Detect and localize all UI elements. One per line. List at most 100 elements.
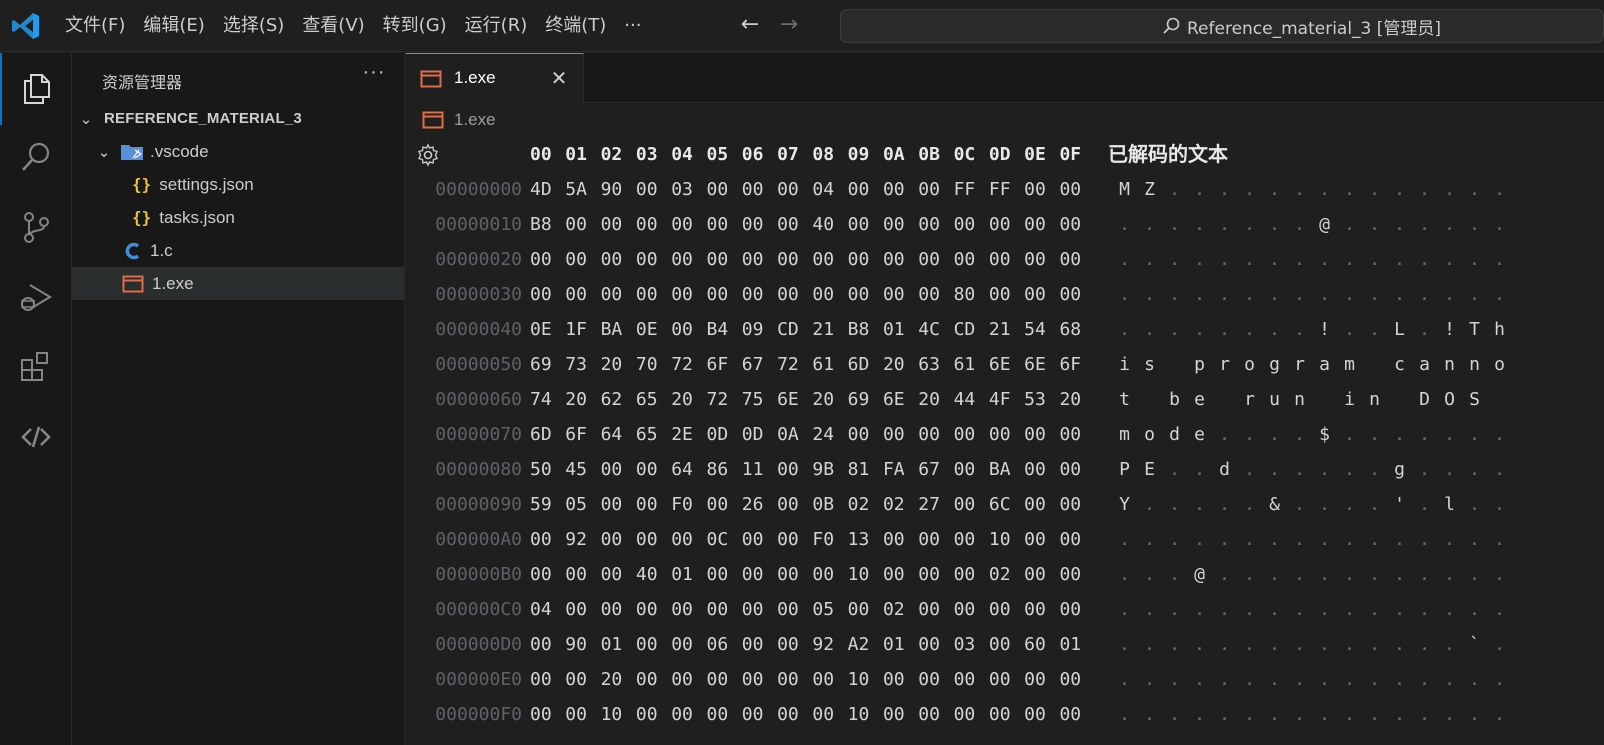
hex-byte[interactable]: 70 [636,347,671,382]
hex-byte[interactable]: 00 [954,662,989,697]
hex-byte[interactable]: 00 [812,557,847,592]
hex-byte[interactable]: 00 [601,592,636,627]
decoded-char[interactable]: . [1237,207,1262,242]
hex-byte[interactable]: 61 [954,347,989,382]
hex-byte[interactable]: 59 [530,487,565,522]
hex-byte[interactable]: 00 [848,592,883,627]
hex-byte[interactable]: 4D [530,172,565,207]
hex-byte[interactable]: 00 [565,592,600,627]
hex-byte[interactable]: 00 [742,557,777,592]
hex-byte[interactable]: 00 [742,207,777,242]
hex-byte[interactable]: 00 [1059,592,1094,627]
hex-byte[interactable]: 00 [954,207,989,242]
hex-byte[interactable]: 00 [706,277,741,312]
decoded-char[interactable]: . [1112,697,1137,732]
hex-byte[interactable]: 00 [1024,592,1059,627]
decoded-char[interactable]: . [1337,242,1362,277]
decoded-char[interactable]: . [1262,452,1287,487]
decoded-char[interactable]: . [1287,417,1312,452]
decoded-char[interactable]: o [1137,417,1162,452]
decoded-char[interactable]: . [1487,242,1512,277]
hex-byte[interactable]: 00 [1024,697,1059,732]
decoded-char[interactable]: T [1462,312,1487,347]
hex-byte[interactable]: 2E [671,417,706,452]
hex-byte[interactable]: 00 [706,487,741,522]
hex-byte[interactable]: FF [989,172,1024,207]
decoded-char[interactable]: . [1287,662,1312,697]
decoded-char[interactable]: . [1237,242,1262,277]
hex-byte[interactable]: 00 [812,277,847,312]
hex-byte[interactable]: 02 [883,487,918,522]
hex-byte[interactable]: 00 [989,242,1024,277]
hex-byte[interactable]: 00 [777,627,812,662]
hex-byte[interactable]: 00 [601,242,636,277]
decoded-char[interactable] [1362,347,1387,382]
hex-byte[interactable]: 73 [565,347,600,382]
hex-byte[interactable]: 00 [636,452,671,487]
decoded-char[interactable]: @ [1312,207,1337,242]
hex-byte[interactable]: 00 [883,522,918,557]
hex-byte[interactable]: 00 [777,242,812,277]
decoded-char[interactable]: . [1162,172,1187,207]
hex-byte[interactable]: 6E [989,347,1024,382]
hex-byte[interactable]: 00 [918,417,953,452]
decoded-char[interactable]: . [1412,592,1437,627]
hex-byte[interactable]: 21 [989,312,1024,347]
decoded-char[interactable]: . [1187,487,1212,522]
decoded-char[interactable]: . [1262,312,1287,347]
decoded-char[interactable]: . [1437,417,1462,452]
back-icon[interactable]: ← [736,12,764,40]
decoded-char[interactable]: . [1187,627,1212,662]
decoded-char[interactable]: . [1412,417,1437,452]
decoded-char[interactable]: u [1262,382,1287,417]
hex-byte[interactable]: 00 [1024,557,1059,592]
decoded-char[interactable]: . [1287,592,1312,627]
decoded-char[interactable]: . [1362,557,1387,592]
hex-byte[interactable]: 00 [954,487,989,522]
forward-icon[interactable]: → [775,12,803,40]
hex-byte[interactable]: 00 [883,662,918,697]
decoded-char[interactable]: . [1312,172,1337,207]
hex-byte[interactable]: 04 [812,172,847,207]
hex-byte[interactable]: 04 [530,592,565,627]
decoded-char[interactable]: . [1362,417,1387,452]
hex-byte[interactable]: 01 [601,627,636,662]
decoded-char[interactable]: . [1462,557,1487,592]
hex-byte[interactable]: 00 [812,662,847,697]
decoded-char[interactable]: . [1437,662,1462,697]
decoded-char[interactable]: . [1137,522,1162,557]
decoded-char[interactable]: . [1337,277,1362,312]
decoded-char[interactable]: . [1362,662,1387,697]
hex-byte[interactable]: 01 [883,627,918,662]
hex-byte[interactable]: 00 [1059,277,1094,312]
hex-byte[interactable]: 00 [742,277,777,312]
hex-byte[interactable]: 00 [742,662,777,697]
hex-byte[interactable]: 4F [989,382,1024,417]
hex-byte[interactable]: 00 [918,172,953,207]
decoded-char[interactable]: @ [1187,557,1212,592]
hex-byte[interactable]: 61 [812,347,847,382]
hex-byte[interactable]: 00 [636,627,671,662]
hex-byte[interactable]: 72 [706,382,741,417]
decoded-char[interactable]: . [1187,522,1212,557]
hex-byte[interactable]: 00 [636,697,671,732]
hex-byte[interactable]: 00 [565,557,600,592]
hex-byte[interactable]: 00 [989,417,1024,452]
decoded-char[interactable]: . [1337,697,1362,732]
decoded-char[interactable] [1162,347,1187,382]
breadcrumb-item[interactable]: 1.exe [454,110,496,130]
hex-byte[interactable]: 00 [601,277,636,312]
hex-byte[interactable]: 00 [883,557,918,592]
hex-byte[interactable]: 00 [742,697,777,732]
hex-byte[interactable]: 00 [1024,662,1059,697]
hex-byte[interactable]: 20 [601,662,636,697]
hex-byte[interactable]: 00 [1024,417,1059,452]
decoded-char[interactable]: . [1362,312,1387,347]
hex-byte[interactable]: 90 [565,627,600,662]
hex-byte[interactable]: 0B [812,487,847,522]
decoded-char[interactable]: . [1312,522,1337,557]
decoded-char[interactable]: . [1162,207,1187,242]
decoded-char[interactable]: . [1437,627,1462,662]
hex-byte[interactable]: 00 [777,697,812,732]
hex-byte[interactable]: 00 [636,207,671,242]
